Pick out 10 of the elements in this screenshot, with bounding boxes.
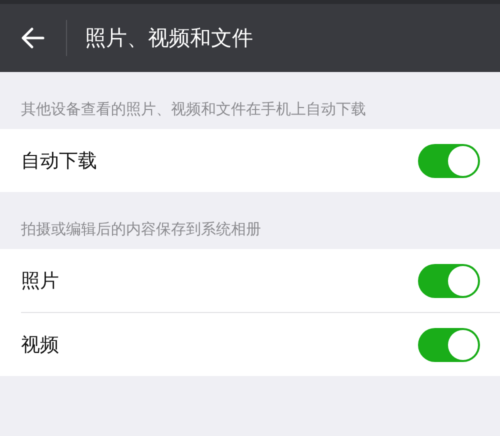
page-title: 照片、视频和文件 (85, 25, 253, 52)
toggle-switch[interactable] (418, 264, 480, 298)
setting-label: 自动下载 (21, 148, 97, 174)
section-caption: 其他设备查看的照片、视频和文件在手机上自动下载 (20, 99, 367, 120)
setting-label: 视频 (21, 332, 59, 358)
section-caption: 拍摄或编辑后的内容保存到系统相册 (20, 219, 262, 240)
back-arrow-icon (21, 27, 45, 49)
setting-label: 照片 (21, 268, 59, 294)
toggle-switch[interactable] (418, 144, 480, 178)
toggle-switch[interactable] (418, 328, 480, 362)
